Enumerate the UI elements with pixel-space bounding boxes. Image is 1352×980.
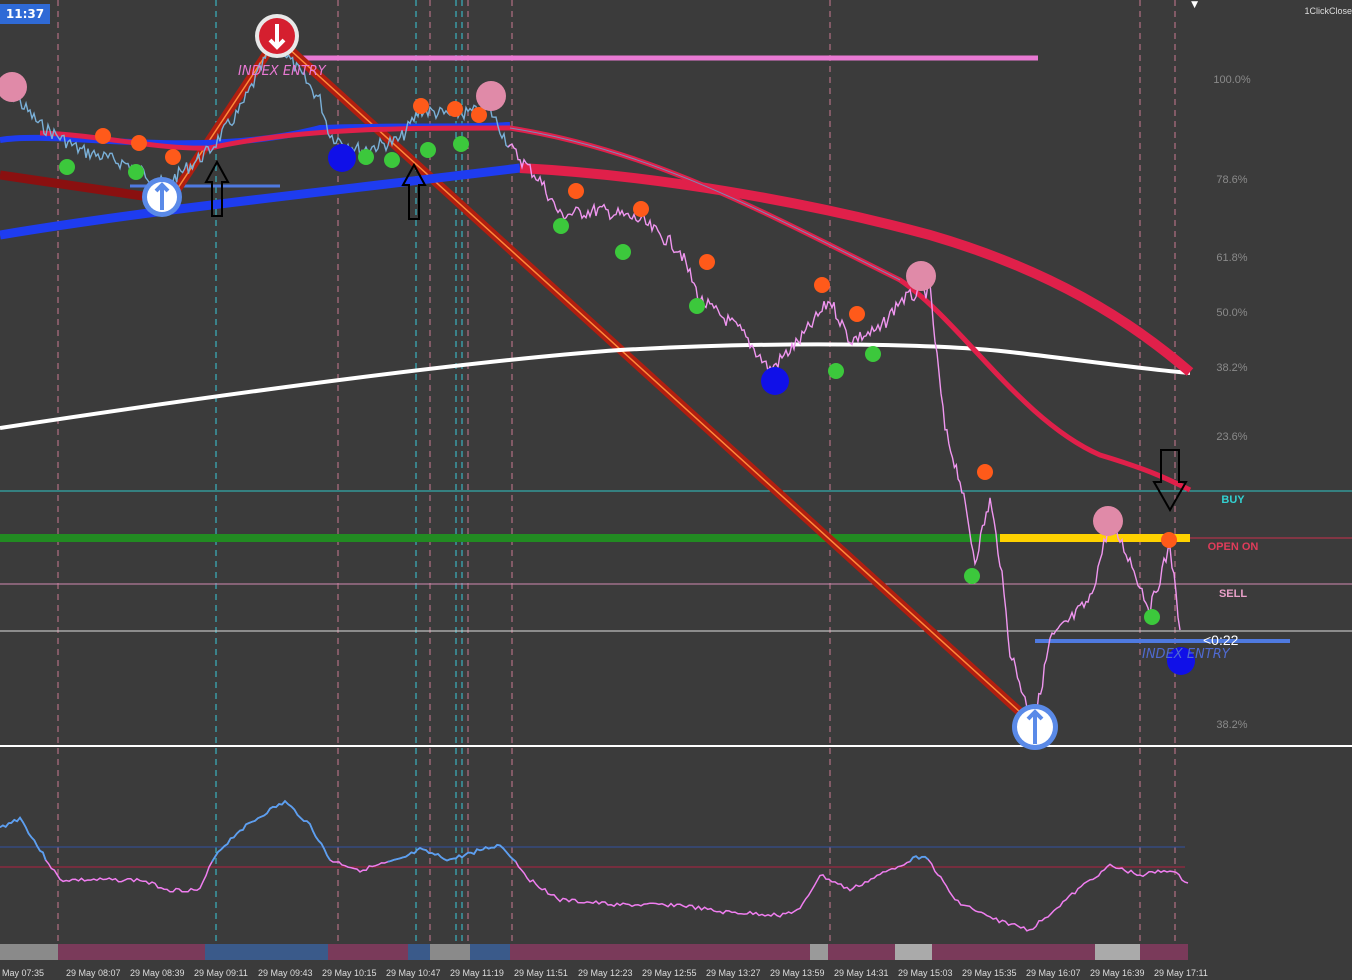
histogram-bar <box>1140 944 1188 960</box>
up-arrow-circle-icon <box>142 177 182 217</box>
index-entry-label: INDEX ENTRY <box>1142 647 1231 662</box>
oscillator-line <box>0 800 1189 932</box>
down-arrow-circle-icon <box>255 14 299 58</box>
signal-dot-orange <box>413 98 429 114</box>
time-tick-label: 29 May 08:07 <box>66 968 121 978</box>
histogram-bar <box>205 944 328 960</box>
time-tick-label: 29 May 12:55 <box>642 968 697 978</box>
ma-blue-slow <box>0 163 521 240</box>
histogram-bar <box>510 944 810 960</box>
signal-dot-orange <box>633 201 649 217</box>
time-axis: May 07:35 29 May 08:07 29 May 08:39 29 May … <box>0 962 1352 980</box>
trend-line <box>169 36 1021 713</box>
up-arrow-circle-icon <box>1012 704 1058 750</box>
time-tick-label: 29 May 15:03 <box>898 968 953 978</box>
signal-dot-orange <box>1161 532 1177 548</box>
time-tick-label: 29 May 13:27 <box>706 968 761 978</box>
oscillator-line-high <box>909 855 929 863</box>
signal-dot-orange <box>977 464 993 480</box>
signal-dot-green <box>59 159 75 175</box>
signal-dot-pink <box>476 81 506 111</box>
fib-level-label: 61.8% <box>1216 252 1247 264</box>
histogram-bar <box>470 944 510 960</box>
signal-dots <box>0 14 1195 750</box>
signal-dot-orange <box>568 183 584 199</box>
signal-dot-green <box>615 244 631 260</box>
time-tick-label: May 07:35 <box>2 968 44 978</box>
signal-dot-blue <box>328 144 356 172</box>
histogram-bar <box>58 944 205 960</box>
time-tick-label: 29 May 11:51 <box>514 968 568 978</box>
signal-dot-orange <box>699 254 715 270</box>
fib-level-label: 38.2% <box>1216 362 1247 374</box>
time-tick-label: 29 May 13:59 <box>770 968 825 978</box>
trading-chart-window: { "window": { "clock": "11:37", "one_cli… <box>0 0 1352 980</box>
moving-averages <box>0 31 1194 716</box>
trend-line <box>166 31 1024 716</box>
signal-dot-green <box>828 363 844 379</box>
signal-dot-green <box>358 149 374 165</box>
ma-red-slow <box>519 163 1194 376</box>
signal-dot-orange <box>447 101 463 117</box>
histogram-bar <box>408 944 430 960</box>
fib-level-label: 50.0% <box>1216 307 1247 319</box>
trade-line-label: SELL <box>1219 588 1247 600</box>
fib-level-label: 38.2% <box>1216 719 1247 731</box>
oscillator-panel <box>0 799 1189 960</box>
histogram-bar <box>810 944 828 960</box>
time-tick-label: 29 May 10:15 <box>322 968 377 978</box>
signal-dot-green <box>384 152 400 168</box>
signal-dot-green <box>453 136 469 152</box>
fib-level-label: 78.6% <box>1216 174 1247 186</box>
signal-dot-orange <box>131 135 147 151</box>
histogram-bar <box>932 944 1095 960</box>
trade-line-label: OPEN ON <box>1208 541 1259 553</box>
time-tick-label: 29 May 08:39 <box>130 968 185 978</box>
signal-dot-green <box>689 298 705 314</box>
one-click-close-button[interactable]: 1ClickClose <box>1304 6 1352 16</box>
time-tick-label: 29 May 10:47 <box>386 968 441 978</box>
histogram-bar <box>0 944 58 960</box>
time-tick-label: 29 May 09:11 <box>194 968 248 978</box>
oscillator-line-high <box>211 799 331 863</box>
price-chart[interactable]: 100.0% 78.6% 61.8% 50.0% 38.2% 23.6% 38.2% BUY O… <box>0 0 1352 980</box>
signal-dot-green <box>128 164 144 180</box>
histogram-bar <box>1095 944 1140 960</box>
trade-line-label: BUY <box>1221 494 1245 506</box>
signal-dot-green <box>553 218 569 234</box>
time-tick-label: 29 May 11:19 <box>450 968 504 978</box>
time-tick-label: 29 May 15:35 <box>962 968 1017 978</box>
index-entry-label: INDEX ENTRY <box>238 64 327 79</box>
time-tick-label: 29 May 14:31 <box>834 968 889 978</box>
signal-dot-green <box>865 346 881 362</box>
signal-dot-orange <box>849 306 865 322</box>
price-line <box>507 143 1181 725</box>
time-tick-label: 29 May 12:23 <box>578 968 633 978</box>
histogram-bar <box>328 944 408 960</box>
fib-level-label: 23.6% <box>1216 431 1247 443</box>
signal-dot-orange <box>95 128 111 144</box>
signal-dot-pink <box>0 72 27 102</box>
clock-label: 11:37 <box>0 4 50 24</box>
time-tick-label: 29 May 17:11 <box>1154 968 1208 978</box>
signal-dot-orange <box>165 149 181 165</box>
bar-countdown: <0:22 <box>1203 632 1239 648</box>
histogram-bar <box>828 944 895 960</box>
time-tick-label: 29 May 16:39 <box>1090 968 1145 978</box>
triangle-down-icon[interactable]: ▼ <box>1191 0 1198 10</box>
signal-dot-pink <box>906 261 936 291</box>
time-tick-label: 29 May 09:43 <box>258 968 313 978</box>
signal-dot-green <box>1144 609 1160 625</box>
signal-dot-pink <box>1093 506 1123 536</box>
oscillator-line-high <box>0 816 47 861</box>
fib-level-label: 100.0% <box>1213 74 1251 86</box>
time-tick-label: 29 May 16:07 <box>1026 968 1081 978</box>
signal-dot-orange <box>814 277 830 293</box>
histogram-bar <box>895 944 932 960</box>
signal-dot-green <box>964 568 980 584</box>
signal-dot-green <box>420 142 436 158</box>
histogram-bar <box>430 944 470 960</box>
signal-dot-blue <box>761 367 789 395</box>
